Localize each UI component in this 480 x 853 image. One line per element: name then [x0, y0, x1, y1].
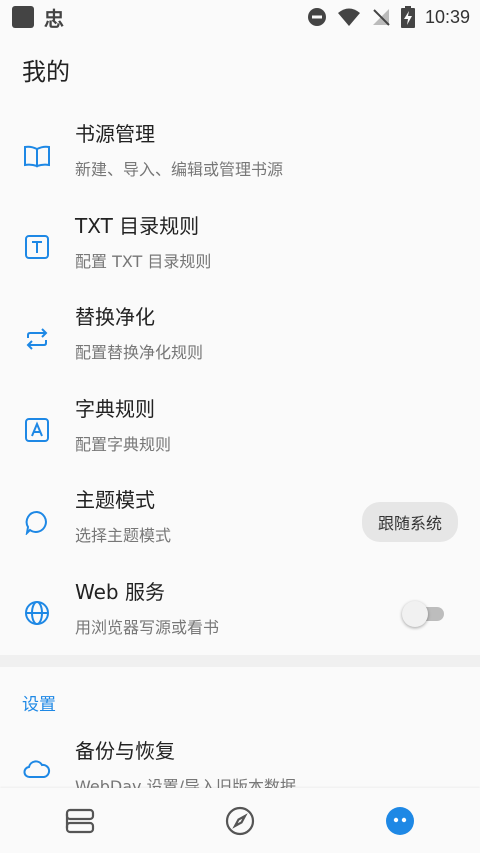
item-title: 书源管理 — [75, 122, 155, 146]
bookshelf-icon — [65, 808, 95, 833]
item-text: Web 服务 用浏览器写源或看书 — [75, 578, 219, 638]
list-item-backup-restore[interactable]: 备份与恢复 WebDav 设置/导入旧版本数据 — [0, 725, 480, 791]
section-header-settings: 设置 — [22, 695, 56, 715]
status-right: 10:39 — [307, 6, 470, 28]
dnd-icon — [307, 8, 326, 26]
list-item-book-source[interactable]: 书源管理 新建、导入、编辑或管理书源 — [0, 110, 480, 202]
item-subtitle: 新建、导入、编辑或管理书源 — [75, 160, 284, 179]
app-notification-icon — [12, 6, 34, 28]
toggle-knob — [402, 601, 428, 628]
item-text: 字典规则 配置字典规则 — [75, 395, 171, 455]
status-bar: 忠 10:39 — [0, 0, 480, 34]
nav-discover[interactable] — [210, 791, 270, 851]
web-service-toggle[interactable] — [402, 600, 444, 628]
app-glyph-icon: 忠 — [44, 6, 64, 31]
section-divider — [0, 655, 480, 667]
list-item-replace-rules[interactable]: 替换净化 配置替换净化规则 — [0, 293, 480, 385]
compass-icon — [225, 806, 255, 835]
list-item-dict-rules[interactable]: 字典规则 配置字典规则 — [0, 385, 480, 477]
item-subtitle: 选择主题模式 — [75, 526, 172, 545]
battery-charging-icon — [400, 6, 415, 28]
theme-mode-select-button[interactable]: 跟随系统 — [361, 501, 458, 542]
nav-bookshelf[interactable] — [50, 791, 110, 851]
status-time: 10:39 — [424, 6, 470, 27]
item-subtitle: 配置 TXT 目录规则 — [75, 251, 212, 271]
profile-face-icon — [386, 806, 414, 835]
list-item-txt-rules[interactable]: TXT 目录规则 配置 TXT 目录规则 — [0, 202, 480, 294]
cloud-icon — [22, 754, 52, 784]
nav-profile[interactable] — [370, 791, 430, 851]
swap-icon — [22, 324, 52, 354]
bottom-navigation — [0, 788, 480, 853]
item-title: 替换净化 — [75, 305, 155, 329]
item-subtitle: 配置替换净化规则 — [75, 343, 204, 362]
book-open-icon — [22, 141, 52, 171]
item-subtitle: 配置字典规则 — [75, 434, 172, 454]
item-text: TXT 目录规则 配置 TXT 目录规则 — [75, 212, 211, 272]
item-title: 主题模式 — [75, 488, 155, 512]
letter-a-icon — [22, 415, 52, 445]
text-t-icon — [22, 232, 52, 262]
item-title: Web 服务 — [75, 579, 165, 604]
status-left: 忠 — [12, 3, 64, 32]
list-item-web-service[interactable]: Web 服务 用浏览器写源或看书 — [0, 568, 480, 660]
settings-list: 书源管理 新建、导入、编辑或管理书源 TXT 目录规则 配置 TXT 目录规则 … — [0, 110, 480, 659]
list-item-theme-mode[interactable]: 主题模式 选择主题模式 跟随系统 — [0, 476, 480, 568]
item-text: 备份与恢复 WebDav 设置/导入旧版本数据 — [75, 737, 296, 791]
globe-icon — [22, 598, 52, 628]
chat-bubble-icon — [22, 507, 52, 537]
page-title: 我的 — [22, 58, 70, 86]
item-subtitle: 用浏览器写源或看书 — [75, 617, 220, 637]
wifi-icon — [337, 8, 360, 26]
item-title: 备份与恢复 — [75, 739, 175, 763]
item-text: 替换净化 配置替换净化规则 — [75, 303, 203, 363]
item-text: 主题模式 选择主题模式 — [75, 486, 171, 546]
item-title: 字典规则 — [75, 396, 155, 421]
item-title: TXT 目录规则 — [75, 213, 200, 238]
item-text: 书源管理 新建、导入、编辑或管理书源 — [75, 120, 283, 180]
no-signal-icon — [372, 9, 390, 26]
